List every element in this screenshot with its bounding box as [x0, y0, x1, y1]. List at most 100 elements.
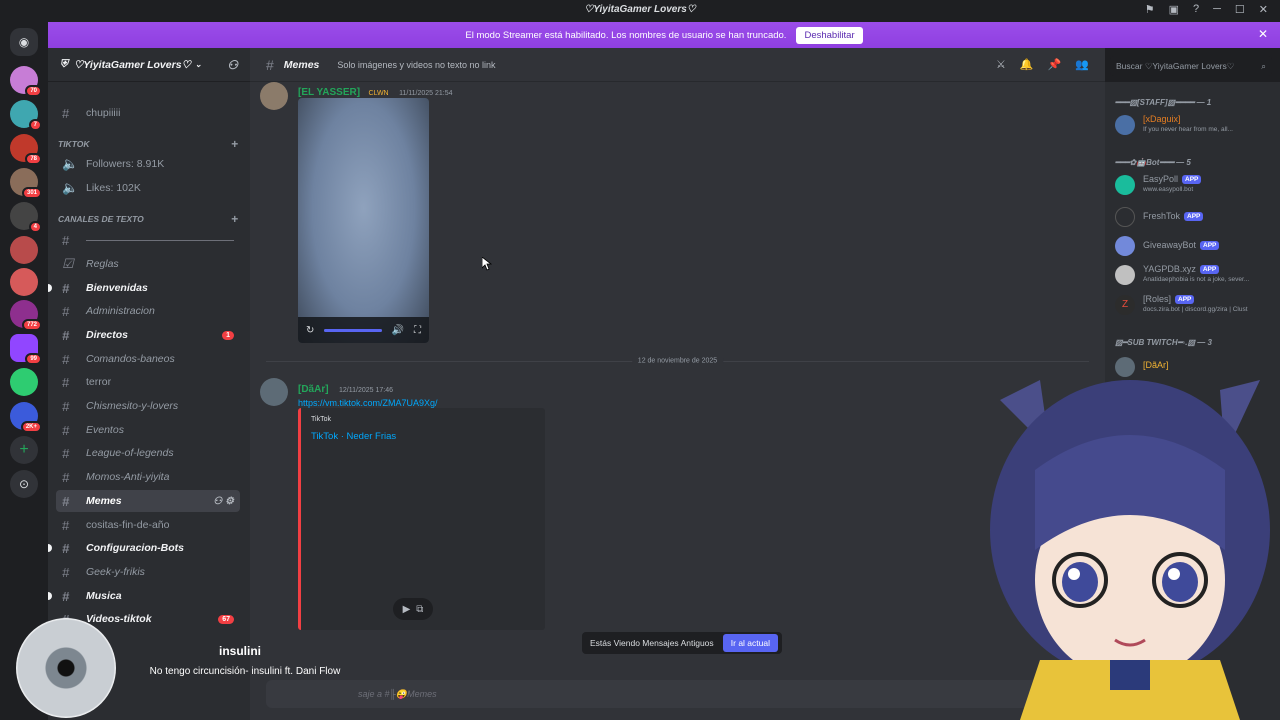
chat-area: # Memes Solo imágenes y videos no texto …: [250, 48, 1105, 720]
member-group-header: ━━━▧[STAFF]▧━━━━ — 1: [1115, 98, 1212, 107]
open-external-icon: ⧉: [416, 603, 424, 615]
embed-provider: TikTok: [311, 416, 331, 423]
mouse-cursor-icon: [482, 257, 492, 271]
close-window-icon[interactable]: ✕: [1259, 3, 1268, 16]
video-progress[interactable]: [324, 328, 382, 332]
channel-item-divider[interactable]: #: [56, 229, 240, 251]
replay-icon[interactable]: ↻: [306, 325, 314, 336]
sidebar-item-reglas[interactable]: ☑ Reglas: [56, 253, 240, 275]
members-icon[interactable]: 👥: [1075, 58, 1089, 71]
sidebar-item-cositas[interactable]: # cositas-fin-de-año: [56, 514, 240, 536]
discover-icon[interactable]: ⊙: [10, 470, 38, 498]
banner-text: El modo Streamer está habilitado. Los no…: [465, 29, 787, 41]
sidebar-item-memes[interactable]: # Memes ⚇ ⚙: [56, 490, 240, 512]
add-server-icon[interactable]: +: [10, 436, 38, 464]
twitch-server-icon[interactable]: 99: [10, 334, 42, 365]
category-tiktok[interactable]: TIKTOK +: [58, 136, 238, 152]
add-channel-icon[interactable]: +: [231, 137, 238, 151]
threads-icon[interactable]: ⚔: [996, 58, 1006, 71]
server-icon[interactable]: 78: [10, 134, 42, 165]
sidebar-item-comandos-baneos[interactable]: # Comandos-baneos: [56, 348, 240, 370]
server-icon[interactable]: 772: [10, 300, 42, 331]
disable-streamer-button[interactable]: Deshabilitar: [796, 26, 863, 44]
sidebar-item-directos[interactable]: # Directos 1: [56, 324, 240, 346]
close-icon[interactable]: ✕: [1258, 27, 1268, 41]
message-link[interactable]: https://vm.tiktok.com/ZMA7UA9Xg/: [298, 398, 438, 408]
server-icon[interactable]: 2K+: [10, 402, 42, 433]
message-author[interactable]: [EL YASSER]: [298, 87, 360, 98]
voice-channel-likes[interactable]: 🔈 Likes: 102K: [56, 177, 240, 199]
video-controls: ↻ 🔊 ⛶: [298, 317, 429, 343]
message-input[interactable]: saje a #╟😜Memes 🎁: [266, 680, 1089, 708]
bell-icon[interactable]: 🔔: [1020, 58, 1034, 71]
avatar: [1115, 115, 1135, 135]
divider-line: [86, 239, 234, 241]
unread-pill: [48, 284, 52, 292]
avatar[interactable]: [260, 82, 288, 110]
hash-icon: #: [266, 56, 274, 73]
guild-name: ♡YiyitaGamer Lovers♡: [73, 58, 191, 71]
discord-home-icon[interactable]: ◉: [10, 28, 38, 56]
channel-header: # Memes Solo imágenes y videos no texto …: [250, 48, 1105, 82]
volume-icon[interactable]: 🔊: [392, 325, 404, 336]
member-item[interactable]: GiveawayBot APP: [1113, 233, 1274, 259]
hash-icon: #: [62, 564, 70, 580]
speaker-icon: 🔈: [62, 180, 79, 195]
category-text-channels[interactable]: CANALES DE TEXTO +: [58, 211, 238, 227]
embed-play-button[interactable]: ▶ ⧉: [393, 598, 433, 620]
sidebar-item-league[interactable]: # League-of-legends: [56, 442, 240, 464]
invite-people-icon[interactable]: ⚇: [227, 58, 238, 72]
sidebar-item-chismesito[interactable]: # Chismesito-y-lovers: [56, 395, 240, 417]
guild-header[interactable]: ⛨ ♡YiyitaGamer Lovers♡ ⌄ ⚇: [48, 48, 250, 82]
jump-to-present-button[interactable]: Ir al actual: [722, 634, 778, 652]
date-divider: 12 de noviembre de 2025: [266, 357, 1089, 365]
sidebar-item-geek[interactable]: # Geek-y-frikis: [56, 561, 240, 583]
sidebar-item-momos[interactable]: # Momos-Anti-yiyita: [56, 466, 240, 488]
sidebar-item-administracion[interactable]: # Administracion: [56, 300, 240, 322]
server-icon[interactable]: 70: [10, 66, 42, 97]
avatar[interactable]: [260, 378, 288, 406]
video-attachment[interactable]: ↻ 🔊 ⛶: [298, 98, 429, 343]
minimize-icon[interactable]: ─: [1213, 3, 1221, 16]
invite-icon[interactable]: ⚇ ⚙: [213, 496, 234, 507]
channel-topic[interactable]: Solo imágenes y videos no texto no link: [337, 60, 495, 70]
sidebar-item-eventos[interactable]: # Eventos: [56, 419, 240, 441]
member-item[interactable]: FreshTok APP: [1113, 204, 1274, 230]
pin-icon[interactable]: 📌: [1048, 58, 1062, 71]
maximize-icon[interactable]: ☐: [1235, 3, 1245, 16]
sidebar-item-terror[interactable]: # terror: [56, 371, 240, 393]
sidebar-item-musica[interactable]: # Musica: [48, 585, 240, 607]
search-icon: ⌕: [1261, 60, 1266, 71]
server-icon[interactable]: [10, 236, 38, 264]
hash-icon: #: [62, 351, 70, 367]
message-timestamp: 11/11/2025 21:54: [399, 90, 453, 97]
server-icon[interactable]: 7: [10, 100, 42, 131]
member-item[interactable]: Z [Roles] APP docs.zira.bot | discord.gg/…: [1113, 292, 1274, 318]
track-title: insulini: [219, 644, 261, 658]
server-icon[interactable]: [10, 368, 38, 396]
server-icon[interactable]: 4: [10, 202, 42, 233]
sidebar-item-configuracion-bots[interactable]: # Configuracion-Bots: [48, 537, 240, 559]
old-messages-text: Estás Viendo Mensajes Antiguos: [590, 638, 714, 648]
vtuber-avatar: [990, 380, 1270, 720]
fullscreen-icon[interactable]: ⛶: [414, 325, 421, 336]
nitro-icon[interactable]: ▣: [1169, 3, 1179, 16]
server-icon[interactable]: [10, 268, 38, 296]
member-item[interactable]: YAGPDB.xyz APP Anatidaephobia is not a jo…: [1113, 262, 1274, 288]
member-group-header: ━━━✿🤖Bot━━━ — 5: [1115, 158, 1191, 167]
sidebar-item-bienvenidas[interactable]: # Bienvenidas: [48, 277, 240, 299]
hash-icon: #: [62, 517, 70, 533]
server-icon[interactable]: 301: [10, 168, 42, 199]
member-item[interactable]: [xDaguix] If you never hear from me, all…: [1113, 112, 1274, 138]
hash-icon: #: [62, 588, 70, 604]
add-channel-icon[interactable]: +: [231, 212, 238, 226]
voice-channel-followers[interactable]: 🔈 Followers: 8.91K: [56, 153, 240, 175]
hash-icon: #: [62, 303, 70, 319]
channel-item[interactable]: # chupiiiii: [56, 102, 240, 124]
member-item[interactable]: EasyPoll APP www.easypoll.bot: [1113, 172, 1274, 198]
embed-title[interactable]: TikTok · Neder Frias: [311, 431, 535, 442]
help-icon[interactable]: ?: [1193, 3, 1199, 16]
inbox-icon[interactable]: ⚑: [1145, 3, 1155, 16]
hash-icon: #: [62, 493, 70, 509]
search-input[interactable]: Buscar ♡YiyitaGamer Lovers♡ ⌕: [1110, 56, 1272, 76]
